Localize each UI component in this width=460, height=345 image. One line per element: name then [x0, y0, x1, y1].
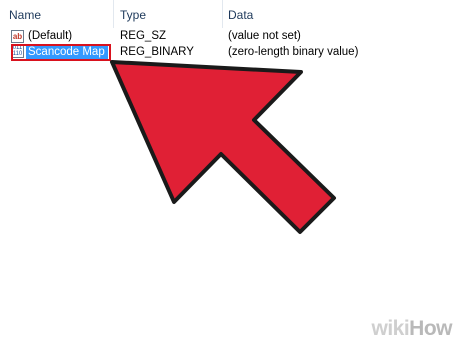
watermark-suffix: How	[409, 317, 452, 340]
watermark-prefix: wiki	[371, 317, 410, 340]
watermark-logo: wikiHow	[371, 317, 452, 341]
registry-values-list: Name Type Data ab (Default) REG_SZ (valu…	[0, 0, 460, 345]
pointer-arrow-icon	[110, 60, 336, 234]
